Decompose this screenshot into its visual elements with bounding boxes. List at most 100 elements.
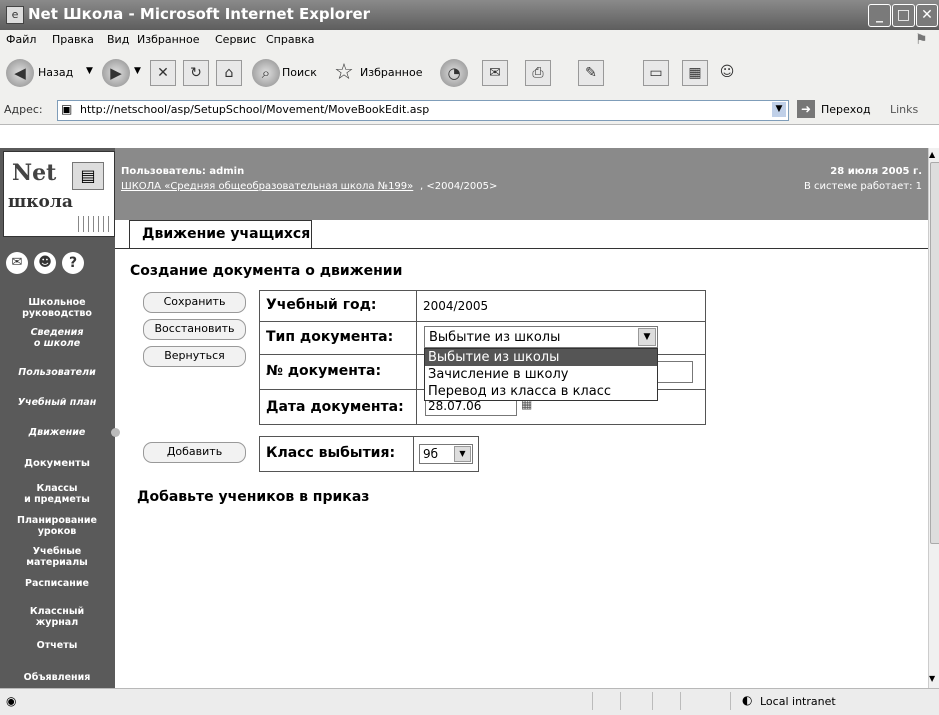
document-type-dropdown: Выбытие из школы Зачисление в школу Пере…	[424, 348, 658, 401]
restore-button[interactable]: Восстановить	[143, 319, 246, 340]
sidebar-item-movement[interactable]: Движение	[2, 427, 112, 438]
menu-edit[interactable]: Правка	[52, 33, 94, 46]
date-label-cell: Дата документа:	[259, 389, 417, 425]
go-button[interactable]: Переход	[821, 103, 871, 116]
search-label[interactable]: Поиск	[282, 66, 317, 79]
edit-icon[interactable]: ✎	[578, 60, 604, 86]
sidebar-item-announcements[interactable]: Объявления	[2, 672, 112, 683]
sidebar-item-journal[interactable]: Классный журнал	[2, 606, 112, 628]
sidebar-item-management[interactable]: Школьное руководство	[2, 297, 112, 319]
close-button[interactable]: ✕	[916, 4, 938, 27]
users-icon[interactable]: ☻	[34, 252, 56, 274]
chevron-down-icon[interactable]: ▼	[454, 446, 471, 462]
mail-icon[interactable]: ✉	[6, 252, 28, 274]
refresh-icon[interactable]: ↻	[183, 60, 209, 86]
year-value: 2004/2005	[423, 299, 489, 313]
favorites-label[interactable]: Избранное	[360, 66, 422, 79]
go-arrow-icon[interactable]: ➜	[797, 100, 815, 118]
class-label: Класс выбытия:	[266, 445, 396, 461]
history-icon[interactable]: ◔	[440, 59, 468, 87]
menu-favorites[interactable]: Избранное	[137, 33, 199, 46]
sidebar-item-lesson-planning[interactable]: Планирование уроков	[2, 515, 112, 537]
document-date-value: 28.07.06	[428, 399, 482, 413]
online-count: В системе работает: 1	[804, 181, 922, 192]
document-type-value: Выбытие из школы	[429, 330, 561, 345]
help-icon[interactable]: ?	[62, 252, 84, 274]
window-title: Net Школа - Microsoft Internet Explorer	[28, 5, 371, 23]
scroll-up-icon[interactable]: ▲	[929, 150, 935, 159]
sidebar-item-school-info[interactable]: Сведения о школе	[2, 327, 112, 349]
page-icon: ▣	[61, 102, 73, 116]
search-icon[interactable]: ⌕	[252, 59, 280, 87]
grid-icon	[74, 216, 110, 232]
option-withdrawal[interactable]: Выбытие из школы	[425, 349, 657, 366]
address-dropdown-icon[interactable]: ▼	[772, 102, 786, 117]
favorites-star-icon[interactable]: ☆	[330, 59, 358, 87]
save-button[interactable]: Сохранить	[143, 292, 246, 313]
menu-view[interactable]: Вид	[107, 33, 129, 46]
sidebar-item-schedule[interactable]: Расписание	[2, 578, 112, 589]
home-icon[interactable]: ⌂	[216, 60, 242, 86]
sidebar-item-curriculum[interactable]: Учебный план	[2, 397, 112, 408]
number-label-cell: № документа:	[259, 354, 417, 390]
page-title: Создание документа о движении	[130, 263, 403, 279]
messenger-icon[interactable]: ☺	[715, 60, 739, 84]
sidebar-item-users[interactable]: Пользователи	[2, 367, 112, 378]
class-label-cell: Класс выбытия:	[259, 436, 414, 472]
add-button[interactable]: Добавить	[143, 442, 246, 463]
forward-dropdown-icon[interactable]: ▼	[134, 66, 141, 76]
scrollbar-thumb[interactable]	[930, 162, 939, 544]
status-divider	[592, 692, 593, 710]
status-bar: ◉ ◐ Local intranet	[0, 688, 939, 715]
toolbar: ◀ Назад ▼ ▶ ▼ ✕ ↻ ⌂ ⌕ Поиск ☆ Избранное …	[0, 51, 939, 97]
zone-label: Local intranet	[760, 695, 836, 708]
add-students-hint: Добавьте учеников в приказ	[137, 489, 370, 505]
vertical-scrollbar[interactable]: ▲ ▼	[928, 148, 939, 688]
year-label-cell: Учебный год:	[259, 290, 417, 322]
tab-movement[interactable]: Движение учащихся	[129, 220, 312, 248]
minimize-button[interactable]: _	[868, 4, 891, 27]
option-class-transfer[interactable]: Перевод из класса в класс	[425, 383, 657, 400]
sidebar-item-documents[interactable]: Документы	[2, 458, 112, 469]
intranet-icon: ◐	[742, 693, 753, 707]
windows-logo-icon: ⚑	[915, 32, 928, 48]
page-header: Пользователь: admin ШКОЛА «Средняя общео…	[115, 148, 928, 220]
school-link[interactable]: ШКОЛА «Средняя общеобразовательная школа…	[121, 181, 413, 192]
scroll-down-icon[interactable]: ▼	[929, 674, 935, 683]
document-type-select[interactable]: Выбытие из школы ▼	[424, 326, 658, 348]
logo-text-school: школа	[8, 192, 73, 212]
links-button[interactable]: Links	[890, 103, 918, 116]
year-value-cell: 2004/2005	[416, 290, 706, 322]
ie-icon: e	[6, 6, 24, 24]
menu-bar: Файл Правка Вид Избранное Сервис Справка…	[0, 30, 939, 52]
stop-icon[interactable]: ✕	[150, 60, 176, 86]
back-dropdown-icon[interactable]: ▼	[86, 66, 93, 76]
mail-icon[interactable]: ✉	[482, 60, 508, 86]
chevron-down-icon[interactable]: ▼	[638, 328, 656, 346]
pro-tool-icon[interactable]: ▦	[682, 60, 708, 86]
menu-tools[interactable]: Сервис	[215, 33, 256, 46]
discuss-icon[interactable]: ▭	[643, 60, 669, 86]
forward-arrow-icon[interactable]: ▶	[102, 59, 130, 87]
class-value-cell: 9б ▼	[413, 436, 479, 472]
sidebar-item-materials[interactable]: Учебные материалы	[2, 546, 112, 568]
back-button[interactable]: Вернуться	[143, 346, 246, 367]
address-bar: Адрес: ▣ http://netschool/asp/SetupSchoo…	[0, 96, 939, 125]
number-label: № документа:	[266, 363, 382, 379]
address-input[interactable]: ▣ http://netschool/asp/SetupSchool/Movem…	[57, 100, 789, 121]
user-label: Пользователь: admin	[121, 166, 245, 177]
menu-file[interactable]: Файл	[6, 33, 36, 46]
year-label: Учебный год:	[266, 297, 377, 313]
status-divider	[680, 692, 681, 710]
page-top	[0, 125, 939, 148]
maximize-button[interactable]: □	[892, 4, 915, 27]
sidebar-item-classes[interactable]: Классы и предметы	[2, 483, 112, 505]
back-arrow-icon[interactable]: ◀	[6, 59, 34, 87]
sidebar-item-reports[interactable]: Отчеты	[2, 640, 112, 651]
back-label[interactable]: Назад	[38, 66, 73, 79]
print-icon[interactable]: ⎙	[525, 60, 551, 86]
option-enrollment[interactable]: Зачисление в школу	[425, 366, 657, 383]
class-select[interactable]: 9б ▼	[419, 444, 473, 464]
class-select-value: 9б	[423, 447, 439, 461]
menu-help[interactable]: Справка	[266, 33, 314, 46]
